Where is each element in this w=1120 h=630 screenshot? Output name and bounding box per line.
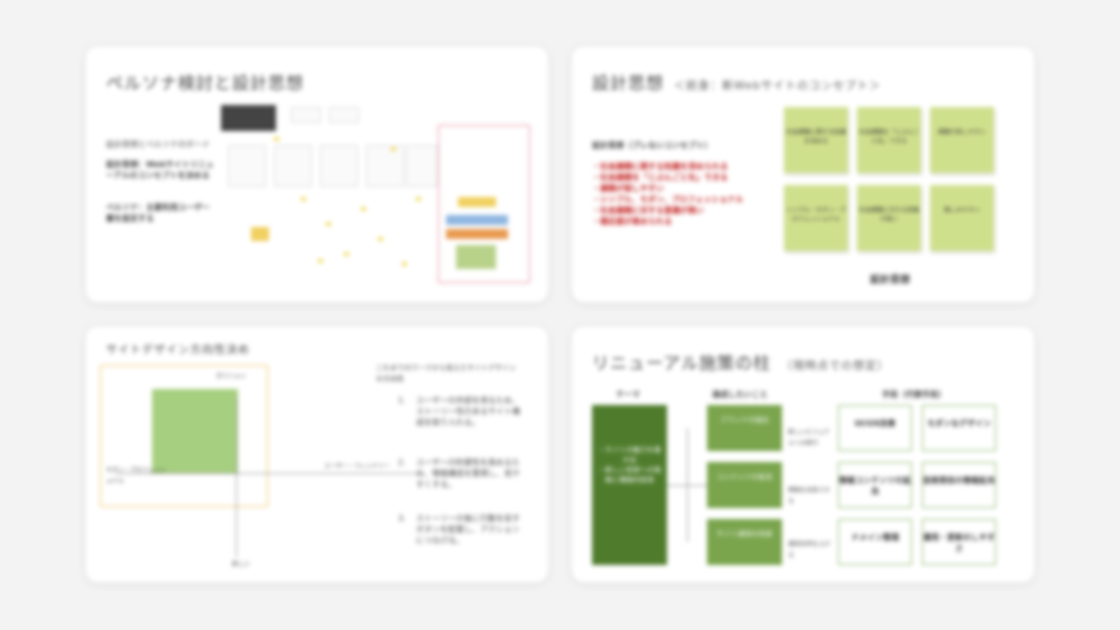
sticky-note bbox=[378, 237, 383, 241]
direction-point: ユーザーの利便性を高めるため、情報構造を整理し、見やすくする。 bbox=[416, 458, 520, 489]
column-header: 手段（代替手段） bbox=[882, 390, 946, 399]
axis-label-left: モダン・プロフェッショナル bbox=[106, 467, 167, 485]
board-card bbox=[274, 145, 312, 187]
connector-line bbox=[687, 428, 688, 542]
slide-direction[interactable]: サイトデザイン方向性決め ポジション モダン・プロフェッショナル ユーザー・フレ… bbox=[86, 327, 548, 582]
goal-box: ブランドの強化 bbox=[707, 405, 782, 451]
title-text: 設計思想 bbox=[592, 74, 664, 94]
title-text: リニューアル施策の柱 bbox=[592, 354, 772, 374]
sticky-caption: 設計思想 bbox=[870, 275, 910, 286]
concept-sticky: シンプル・モダン・プロフェッショナル bbox=[784, 185, 848, 251]
concept-item: ・社会課題に対する意識が高い bbox=[592, 206, 704, 215]
concept-item: ・シンプル、モダン、プロフェッショナル bbox=[592, 195, 744, 204]
board-thumbnail bbox=[221, 105, 276, 131]
slide-title: サイトデザイン方向性決め bbox=[106, 343, 250, 356]
point-number: 3. bbox=[398, 514, 406, 523]
persona-block bbox=[456, 245, 496, 269]
point-1: 設計思想：Webサイトリニューアルのコンセプトを決める bbox=[106, 160, 214, 180]
title-note: （現時点での想定） bbox=[781, 359, 890, 372]
point-2: ペルソナ：主要利用ユーザー層を設定する bbox=[106, 203, 210, 223]
sticky-note bbox=[402, 262, 407, 266]
board-card bbox=[406, 145, 438, 187]
direction-point: ユーザーの共感を得るため、ストーリー性のあるサイト構成を取り入れる。 bbox=[416, 396, 520, 427]
goal-box: サイト運用の改善 bbox=[707, 519, 782, 565]
axis-label-bottom: 新しい bbox=[232, 561, 251, 568]
theme-box: ・サイトの魅力を最大化 ・新しい技術への挑戦と積極的採用 bbox=[592, 405, 667, 565]
sticky-note bbox=[326, 222, 331, 226]
persona-block bbox=[446, 215, 508, 225]
slide-title: ペルソナ検討と設計思想 bbox=[106, 74, 304, 94]
measure-box: ドメイン整理 bbox=[838, 519, 912, 565]
concept-item: ・社会課題に関する知識を深められる bbox=[592, 162, 728, 171]
slide-subtitle: 設計思想とペルソナのボード bbox=[106, 140, 210, 149]
point-number: 2. bbox=[398, 458, 406, 467]
slide-renewal[interactable]: リニューアル施策の柱 （現時点での想定） テーマ 達成したいこと 手段（代替手段）… bbox=[572, 327, 1034, 582]
blurred-slide-collage: ペルソナ検討と設計思想 設計思想とペルソナのボード 設計思想：Webサイトリニュ… bbox=[0, 0, 1120, 630]
slide-title: 設計思想 ＜前身：新Webサイトのコンセプト＞ bbox=[592, 69, 881, 94]
slide-title: リニューアル施策の柱 （現時点での想定） bbox=[592, 349, 889, 374]
title-note: ＜前身：新Webサイトのコンセプト＞ bbox=[674, 79, 881, 92]
column-header: 達成したいこと bbox=[712, 390, 768, 399]
direction-point: ストーリーの後に行動を促すボタンを配置し、アクションにつなげる。 bbox=[416, 514, 520, 545]
concept-sticky: 社会課題に対する意識が高い bbox=[857, 185, 921, 251]
goal-box: コンテンツの拡充 bbox=[707, 462, 782, 508]
concept-sticky: 課題が探しやすい bbox=[930, 107, 994, 173]
concept-item: ・課題が探しやすい bbox=[592, 184, 664, 193]
point-number: 1. bbox=[398, 396, 406, 405]
measure-box: 技術発信の情報拡充 bbox=[922, 462, 996, 508]
measure-box: 情報コンテンツの拡充 bbox=[838, 462, 912, 508]
concept-item: ・社会課題を「じぶんごと化」できる bbox=[592, 173, 728, 182]
column-header: テーマ bbox=[616, 390, 640, 399]
board-card bbox=[228, 145, 266, 187]
direction-intro: これまでのワークから見えたサイトデザインの方向性 bbox=[376, 364, 516, 383]
persona-block bbox=[446, 229, 508, 239]
sticky-note bbox=[318, 259, 323, 263]
sticky-note bbox=[251, 227, 269, 241]
sticky-note bbox=[361, 207, 366, 211]
goal-note: 運用効率を上げる bbox=[788, 541, 831, 559]
vertical-axis bbox=[236, 397, 237, 557]
persona-block bbox=[458, 197, 496, 207]
concept-item: ・親近感が高められる bbox=[592, 217, 672, 226]
board-thumbnail bbox=[291, 107, 321, 123]
concept-sticky: 親しみやすい bbox=[930, 185, 994, 251]
sticky-note bbox=[344, 252, 349, 256]
sticky-note bbox=[301, 197, 306, 201]
sticky-note bbox=[416, 197, 421, 201]
board-card bbox=[320, 145, 358, 187]
goal-note: 情報を充実させる bbox=[788, 487, 831, 505]
measure-box: モダンなデザイン bbox=[922, 405, 996, 451]
map-legend: ポジション bbox=[216, 373, 247, 380]
slide-concept[interactable]: 設計思想 ＜前身：新Webサイトのコンセプト＞ 設計思想（ブレないコンセプト） ・… bbox=[572, 47, 1034, 302]
position-area bbox=[152, 389, 238, 473]
sticky-note bbox=[391, 147, 396, 151]
sticky-note bbox=[274, 137, 279, 141]
board-card bbox=[366, 145, 404, 187]
concept-sticky: 社会課題を「じぶんごと化」できる bbox=[857, 107, 921, 173]
concept-heading: 設計思想（ブレないコンセプト） bbox=[592, 141, 712, 150]
goal-note: 新しいビジュアルへの移行 bbox=[788, 429, 830, 447]
measure-box: UI/UX改善 bbox=[838, 405, 912, 451]
board-thumbnail bbox=[329, 107, 359, 123]
axis-label-right: ユーザー・フレンドリー bbox=[324, 463, 390, 470]
slide-persona[interactable]: ペルソナ検討と設計思想 設計思想とペルソナのボード 設計思想：Webサイトリニュ… bbox=[86, 47, 548, 302]
concept-sticky: 社会課題に関する知識を深める bbox=[784, 107, 848, 173]
measure-box: 運用・更新のしやすさ bbox=[922, 519, 996, 565]
